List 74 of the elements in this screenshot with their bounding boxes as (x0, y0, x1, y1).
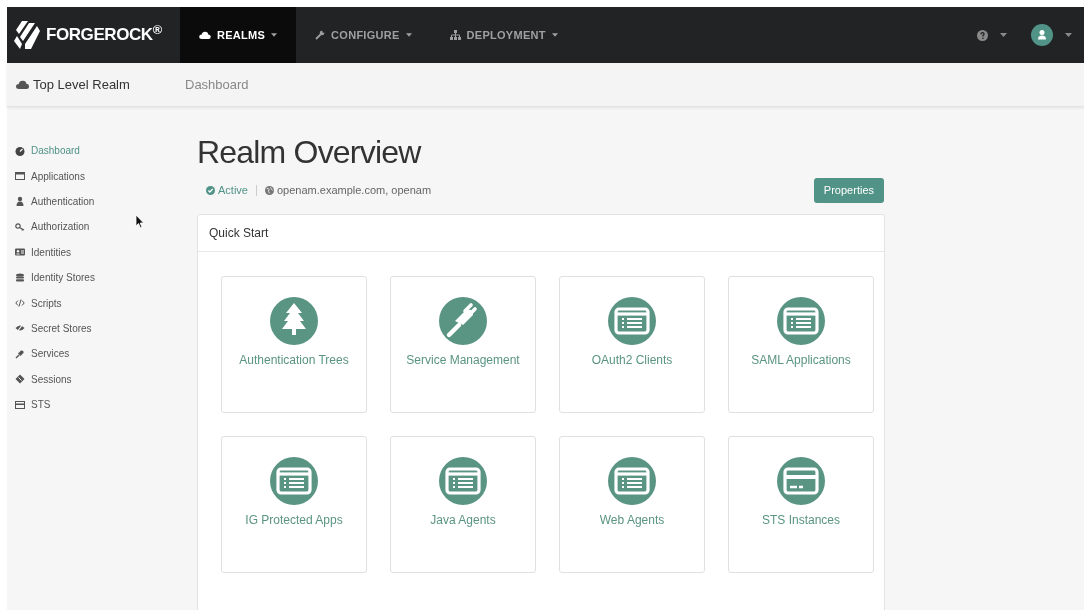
help-icon (977, 29, 988, 41)
key-icon (15, 221, 25, 232)
card-label: OAuth2 Clients (591, 352, 673, 369)
window-icon (15, 171, 25, 182)
logo-text: FORGEROCK$^{®}$ (46, 22, 162, 47)
globe-icon (264, 185, 274, 195)
dns-aliases: openam.example.com, openam (276, 182, 432, 198)
help-menu[interactable] (977, 29, 1007, 41)
dashboard-icon (15, 145, 25, 156)
id-card-icon (15, 247, 25, 258)
quick-start-card[interactable]: Authentication Trees (221, 276, 367, 413)
user-menu[interactable] (1031, 24, 1072, 46)
window-icon (608, 297, 656, 345)
nav-menu[interactable]: DEPLOYMENT (430, 7, 577, 63)
window-icon (439, 457, 487, 505)
quick-start-card[interactable]: Java Agents (390, 436, 536, 573)
quick-start-card[interactable]: IG Protected Apps (221, 436, 367, 573)
caret-icon (271, 33, 278, 37)
wrench-icon (315, 30, 326, 40)
quick-start-card[interactable]: STS Instances (728, 436, 874, 573)
card-label: Java Agents (430, 512, 496, 529)
sidebar-item[interactable]: Applications (15, 163, 183, 189)
caret-icon (551, 33, 558, 37)
cloud-icon (199, 31, 211, 39)
sidebar-item[interactable]: STS (15, 391, 183, 418)
quick-start-card[interactable]: Service Management (390, 276, 536, 413)
quick-start-card[interactable]: OAuth2 Clients (559, 276, 705, 413)
check-circle-icon (206, 185, 215, 195)
sitemap-icon (449, 30, 461, 40)
quick-start-card[interactable]: SAML Applications (728, 276, 874, 413)
nav-menu[interactable]: REALMS (180, 7, 297, 63)
card-label: STS Instances (761, 512, 840, 529)
avatar-icon (1031, 24, 1053, 46)
user-icon (15, 196, 25, 207)
card-icon (15, 399, 25, 410)
card-label: SAML Applications (751, 352, 851, 369)
cloud-icon (16, 80, 29, 89)
sidebar-item[interactable]: Scripts (15, 290, 183, 316)
plug-icon (15, 348, 25, 359)
sidebar-item[interactable]: Secret Stores (15, 315, 183, 342)
card-label: Service Management (406, 352, 520, 369)
caret-icon (405, 33, 412, 37)
tree-icon (270, 297, 318, 345)
page-title: Realm Overview (197, 133, 423, 171)
window-icon (777, 297, 825, 345)
credit-card-icon (777, 457, 825, 505)
sidebar-item[interactable]: Sessions (15, 366, 183, 392)
code-icon (15, 298, 25, 309)
sidebar-item[interactable]: Identity Stores (15, 264, 183, 291)
caret-icon (1065, 33, 1072, 37)
window-icon (608, 457, 656, 505)
breadcrumb-page: Dashboard (185, 75, 249, 94)
card-label: Web Agents (599, 512, 665, 529)
panel-title: Quick Start (209, 225, 269, 242)
sidebar-item[interactable]: Identities (15, 239, 183, 265)
card-label: Authentication Trees (239, 352, 349, 369)
sidebar-item[interactable]: Dashboard (15, 138, 183, 164)
sidebar-item[interactable]: Services (15, 341, 183, 367)
sidebar-item[interactable]: Authentication (15, 188, 183, 215)
card-label: IG Protected Apps (245, 512, 343, 529)
plug-icon (439, 297, 487, 345)
properties-button[interactable]: Properties (813, 177, 884, 203)
eye-slash-icon (15, 323, 25, 334)
sidebar-item[interactable]: Authorization (15, 214, 183, 240)
realm-link[interactable]: Top Level Realm (33, 74, 130, 95)
caret-icon (1000, 33, 1007, 37)
pointer-icon (135, 214, 145, 229)
status-text: Active (218, 182, 248, 198)
quick-start-card[interactable]: Web Agents (559, 436, 705, 573)
window-icon (270, 457, 318, 505)
logo-icon (13, 20, 41, 50)
database-icon (15, 272, 25, 283)
nav-menu[interactable]: CONFIGURE (296, 7, 431, 63)
ticket-icon (15, 374, 25, 385)
